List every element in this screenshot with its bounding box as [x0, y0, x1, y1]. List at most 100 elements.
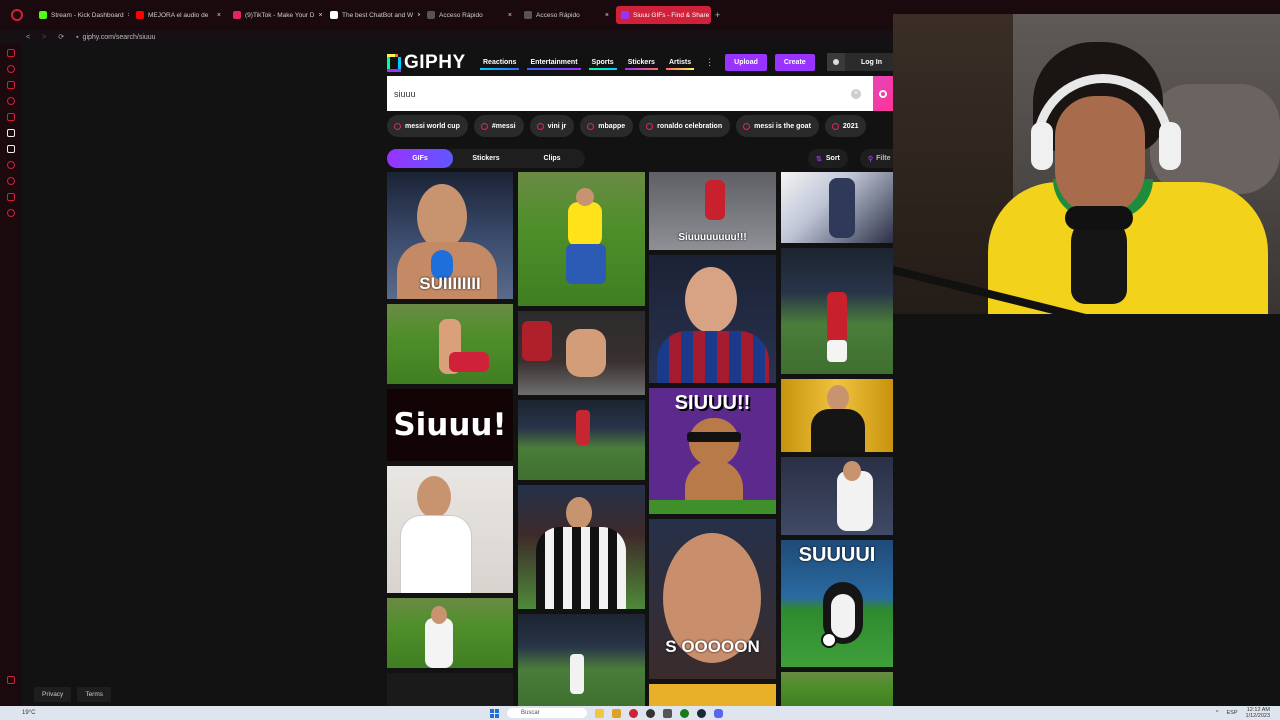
vk-icon[interactable]	[7, 193, 15, 201]
gif-tile[interactable]: SUUUUI	[781, 540, 893, 667]
terms-link[interactable]: Terms	[77, 687, 112, 702]
tab-kick-dashboard[interactable]: Stream - Kick Dashboard×	[34, 6, 129, 24]
tab-gifs[interactable]: GIFs	[387, 149, 453, 168]
search-input[interactable]	[387, 88, 847, 99]
close-tab-icon[interactable]: ×	[217, 12, 221, 19]
suggestion-pill[interactable]: ronaldo celebration	[639, 115, 731, 137]
nav-artists[interactable]: Artists	[665, 56, 695, 70]
gif-tile[interactable]: Siuuuuuuuu!!!	[649, 172, 776, 250]
search-suggestions: messi world cup #messi vini jr mbappe ro…	[387, 115, 893, 137]
windows-start-icon[interactable]	[490, 708, 499, 718]
discord-icon[interactable]	[714, 708, 723, 718]
bag-icon[interactable]	[7, 81, 15, 89]
privacy-link[interactable]: Privacy	[34, 687, 72, 702]
app-icon[interactable]	[663, 708, 672, 718]
clock[interactable]: 12:12 AM 1/12/2023	[1246, 707, 1270, 719]
gif-tile[interactable]: S OOOOON	[649, 519, 776, 679]
close-tab-icon[interactable]: ×	[318, 12, 322, 19]
gif-tile[interactable]	[518, 485, 645, 609]
suggestion-pill[interactable]: mbappe	[580, 115, 634, 137]
reload-icon[interactable]: ⟳	[58, 33, 64, 41]
gif-tile[interactable]	[387, 304, 513, 384]
gif-tile[interactable]	[781, 672, 893, 706]
suggestion-pill[interactable]: 2021	[824, 115, 867, 137]
nav-entertainment[interactable]: Entertainment	[527, 56, 581, 70]
tab-acceso-rapido-2[interactable]: Acceso Rápido ×	[519, 6, 614, 24]
search-button[interactable]	[873, 76, 893, 111]
more-icon[interactable]	[7, 676, 15, 684]
kick-icon[interactable]	[7, 129, 15, 137]
steam-icon[interactable]	[697, 708, 706, 718]
nav-reactions[interactable]: Reactions	[480, 56, 520, 70]
messenger-icon[interactable]	[7, 161, 15, 169]
history-icon[interactable]	[7, 65, 15, 73]
close-tab-icon[interactable]: ×	[417, 12, 420, 19]
gif-tile[interactable]: SIUUU!!	[649, 388, 776, 514]
gif-tile[interactable]	[781, 457, 893, 535]
login-area[interactable]: Log In	[827, 53, 893, 71]
forward-icon[interactable]: >	[42, 34, 46, 41]
gif-tile[interactable]	[518, 614, 645, 706]
back-icon[interactable]: <	[26, 34, 30, 41]
weather-widget[interactable]: 19°C	[22, 710, 35, 716]
gif-tile[interactable]	[781, 379, 893, 452]
penguin-sticker	[831, 594, 855, 638]
tiktok-favicon-icon	[233, 11, 241, 19]
tab-clips[interactable]: Clips	[519, 149, 585, 168]
url-field[interactable]: giphy.com/search/siuuu	[83, 34, 156, 41]
gif-tile[interactable]	[781, 172, 893, 243]
gif-tile[interactable]	[781, 248, 893, 374]
opera-logo-icon[interactable]	[6, 4, 28, 26]
gif-tile[interactable]	[649, 255, 776, 383]
user-icon[interactable]	[827, 53, 845, 71]
nav-sports[interactable]: Sports	[588, 56, 617, 70]
tab-youtube[interactable]: MEJORA el audio de ×	[131, 6, 226, 24]
gif-tile[interactable]	[518, 311, 645, 395]
opera-icon[interactable]	[629, 708, 638, 718]
xbox-icon[interactable]	[680, 708, 689, 718]
login-button[interactable]: Log In	[861, 59, 882, 66]
gif-tile[interactable]	[518, 172, 645, 306]
tab-chatbot[interactable]: The best ChatBot and W ×	[325, 6, 420, 24]
close-tab-icon[interactable]: ×	[508, 12, 512, 19]
file-explorer-icon[interactable]	[595, 708, 604, 718]
folder-icon[interactable]	[612, 708, 621, 718]
gif-tile[interactable]: SUIIIIIIII	[387, 172, 513, 299]
gif-tile[interactable]	[387, 673, 513, 706]
obs-icon[interactable]	[646, 708, 655, 718]
close-tab-icon[interactable]: ×	[605, 12, 609, 19]
language-indicator[interactable]: ESP	[1227, 710, 1238, 716]
twitch-icon[interactable]	[7, 145, 15, 153]
suggestion-pill[interactable]: vini jr	[529, 115, 575, 137]
suggestion-pill[interactable]: messi is the goat	[736, 115, 819, 137]
tab-tiktok[interactable]: (9)TikTok - Make Your D ×	[228, 6, 323, 24]
giphy-logo[interactable]: GIPHY	[387, 52, 466, 74]
gif-tile[interactable]	[387, 466, 513, 593]
chevron-up-icon[interactable]: ^	[1216, 710, 1219, 716]
more-menu-icon[interactable]: ⋮	[705, 57, 714, 68]
suggestion-pill[interactable]: #messi	[473, 115, 524, 137]
taskbar-search[interactable]: Buscar	[507, 708, 587, 718]
search-icon	[480, 122, 488, 130]
aria-icon[interactable]	[7, 97, 15, 105]
gif-tile[interactable]	[649, 684, 776, 706]
new-tab-button[interactable]: +	[715, 10, 720, 20]
whatsapp-icon[interactable]	[7, 177, 15, 185]
gif-tile[interactable]	[518, 400, 645, 480]
tiktok-icon[interactable]	[7, 113, 15, 121]
sort-icon: ⇅	[816, 155, 822, 163]
close-tab-icon[interactable]: ×	[128, 12, 129, 19]
tab-stickers[interactable]: Stickers	[453, 149, 519, 168]
tab-giphy[interactable]: Siuuu GIFs - Find & Share×	[616, 6, 711, 24]
gif-tile[interactable]	[387, 598, 513, 668]
suggestion-pill[interactable]: messi world cup	[387, 115, 468, 137]
create-button[interactable]: Create	[774, 54, 815, 71]
home-icon[interactable]	[7, 49, 15, 57]
gif-tile[interactable]: Siuuu!	[387, 389, 513, 461]
sort-button[interactable]: ⇅ Sort	[808, 149, 848, 168]
nav-stickers[interactable]: Stickers	[624, 56, 659, 70]
clear-search-icon[interactable]: ×	[851, 88, 861, 99]
tab-acceso-rapido-1[interactable]: Acceso Rápido ×	[422, 6, 517, 24]
settings-icon[interactable]	[7, 209, 15, 217]
upload-button[interactable]: Upload	[725, 54, 767, 71]
